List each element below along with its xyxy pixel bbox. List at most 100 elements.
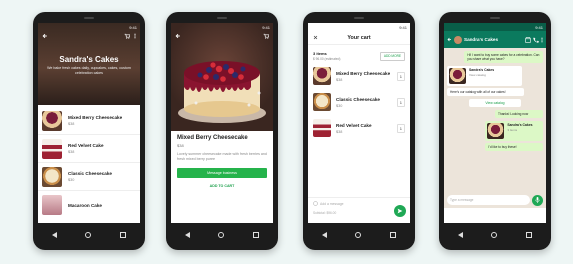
item-name: Mixed Berry Cheesecake bbox=[68, 115, 123, 120]
item-price: $30 bbox=[68, 178, 75, 182]
cart-subtotal: Subtotal: $96.00 bbox=[313, 211, 337, 215]
product-thumbnail bbox=[42, 138, 62, 159]
nav-recents-icon[interactable] bbox=[252, 232, 259, 238]
nav-back-icon[interactable] bbox=[322, 232, 328, 238]
back-arrow-icon[interactable] bbox=[447, 37, 452, 42]
catalog-item[interactable]: Mixed Berry Cheesecake $38 bbox=[38, 107, 140, 135]
status-time: 9:41 bbox=[399, 24, 407, 30]
catalog-hero: 9:41 Sandra's Cakes We bake fresh cakes … bbox=[38, 23, 140, 105]
catalog-card[interactable]: Sandra's Cakes View catalog bbox=[447, 66, 522, 86]
chat-input-bar: Type a message bbox=[447, 194, 543, 206]
cart-item: Classic Cheesecake $30 1 bbox=[308, 89, 410, 115]
product-thumbnail bbox=[42, 110, 62, 131]
status-bar: 9:41 bbox=[171, 23, 273, 31]
add-more-button[interactable]: ADD MORE bbox=[379, 51, 405, 61]
message-input[interactable]: Add a message bbox=[313, 201, 405, 206]
product-image: 9:41 bbox=[171, 23, 273, 131]
android-nav-bar bbox=[38, 225, 140, 245]
catalog-list: Mixed Berry Cheesecake $38 Red Velvet Cak… bbox=[38, 105, 140, 221]
catalog-card-desc: View catalog bbox=[469, 73, 486, 77]
item-name: Red Velvet Cake bbox=[68, 143, 104, 148]
more-vert-icon[interactable] bbox=[541, 37, 543, 43]
quantity-selector[interactable]: 1 bbox=[396, 71, 405, 81]
send-icon bbox=[397, 208, 403, 214]
mic-icon bbox=[535, 197, 540, 203]
nav-recents-icon[interactable] bbox=[389, 232, 396, 238]
catalog-screen: 9:41 Sandra's Cakes We bake fresh cakes … bbox=[38, 23, 140, 223]
chat-screen: 9:41 Sandra's Cakes Hi! I want to buy so… bbox=[444, 23, 546, 223]
close-icon[interactable] bbox=[313, 35, 318, 40]
add-to-cart-button[interactable]: ADD TO CART bbox=[177, 184, 267, 188]
nav-back-icon[interactable] bbox=[52, 232, 58, 238]
avatar[interactable] bbox=[454, 35, 462, 44]
nav-back-icon[interactable] bbox=[458, 232, 464, 238]
product-thumbnail bbox=[313, 93, 331, 111]
item-price: $38 bbox=[68, 150, 75, 154]
status-time: 9:41 bbox=[535, 24, 543, 30]
nav-recents-icon[interactable] bbox=[525, 232, 532, 238]
message-field[interactable]: Type a message bbox=[447, 195, 530, 205]
camera bbox=[217, 17, 227, 19]
cart-footer: Add a message Subtotal: $96.00 bbox=[308, 197, 410, 223]
view-catalog-button[interactable]: View catalog bbox=[468, 99, 522, 107]
storefront-icon[interactable] bbox=[525, 36, 531, 43]
cart-screen: 9:41 Your cart 3 items $ 96.00 (estimate… bbox=[308, 23, 410, 223]
cart-item: Mixed Berry Cheesecake $38 1 bbox=[308, 63, 410, 89]
catalog-item[interactable]: Classic Cheesecake $30 bbox=[38, 163, 140, 191]
phone-chat: 9:41 Sandra's Cakes Hi! I want to buy so… bbox=[439, 12, 551, 250]
call-icon[interactable] bbox=[533, 37, 539, 43]
cart-item-count: 3 items bbox=[313, 51, 327, 56]
status-bar: 9:41 bbox=[38, 23, 140, 31]
item-name: Macaroon Cake bbox=[68, 202, 102, 208]
nav-home-icon[interactable] bbox=[491, 232, 498, 238]
quantity-selector[interactable]: 1 bbox=[396, 123, 405, 133]
cart-thumbnail bbox=[487, 123, 505, 139]
message-business-button[interactable]: Message business bbox=[177, 167, 267, 178]
catalog-card-name: Sandra's Cakes bbox=[469, 68, 495, 72]
nav-back-icon[interactable] bbox=[185, 232, 191, 238]
nav-recents-icon[interactable] bbox=[119, 232, 126, 238]
outgoing-message: Hi! I want to buy some cakes for a celeb… bbox=[464, 51, 543, 63]
outgoing-message: Thanks! Looking now bbox=[495, 110, 543, 118]
camera bbox=[490, 17, 500, 19]
back-arrow-icon[interactable] bbox=[42, 33, 48, 39]
cart-title: Your cart bbox=[347, 34, 371, 41]
cart-header: Your cart bbox=[308, 31, 410, 45]
nav-home-icon[interactable] bbox=[85, 232, 92, 238]
cart-icon[interactable] bbox=[124, 33, 130, 39]
smiley-icon bbox=[313, 201, 318, 206]
item-price: $38 bbox=[336, 129, 343, 134]
quantity-selector[interactable]: 1 bbox=[396, 97, 405, 107]
contact-name[interactable]: Sandra's Cakes bbox=[464, 37, 523, 42]
send-button[interactable] bbox=[394, 205, 406, 217]
nav-home-icon[interactable] bbox=[218, 232, 225, 238]
incoming-message: Here's our catalog with all of our cakes… bbox=[447, 88, 524, 96]
phone-cart: 9:41 Your cart 3 items $ 96.00 (estimate… bbox=[303, 12, 415, 250]
status-time: 9:41 bbox=[262, 24, 270, 30]
item-price: $30 bbox=[336, 103, 343, 108]
item-name: Classic Cheesecake bbox=[336, 96, 380, 102]
cart-card-name: Sandra's Cakes bbox=[507, 123, 533, 127]
chat-area: Hi! I want to buy some cakes for a celeb… bbox=[444, 48, 546, 208]
more-vert-icon[interactable] bbox=[134, 33, 136, 39]
cart-card[interactable]: Sandra's Cakes 3 items bbox=[485, 121, 543, 141]
product-thumbnail bbox=[42, 195, 62, 215]
cart-summary: 3 items $ 96.00 (estimated) ADD MORE bbox=[308, 45, 410, 63]
product-thumbnail bbox=[313, 119, 331, 137]
android-nav-bar bbox=[444, 225, 546, 245]
message-placeholder: Add a message bbox=[320, 201, 344, 206]
catalog-item[interactable]: Red Velvet Cake $38 bbox=[38, 135, 140, 163]
status-bar: 9:41 bbox=[308, 23, 410, 31]
mic-button[interactable] bbox=[532, 194, 543, 206]
catalog-item[interactable]: Macaroon Cake bbox=[38, 191, 140, 219]
phone-product: 9:41 Mixed Berry Cheesecake $38 Lovely s… bbox=[166, 12, 278, 250]
status-bar: 9:41 bbox=[444, 23, 546, 31]
android-nav-bar bbox=[171, 225, 273, 245]
camera bbox=[354, 17, 364, 19]
nav-home-icon[interactable] bbox=[355, 232, 362, 238]
cart-estimate: $ 96.00 (estimated) bbox=[313, 57, 341, 61]
phone-catalog: 9:41 Sandra's Cakes We bake fresh cakes … bbox=[33, 12, 145, 250]
item-name: Classic Cheesecake bbox=[68, 171, 112, 176]
cart-item: Red Velvet Cake $38 1 bbox=[308, 115, 410, 141]
outgoing-message: I'd like to buy these! bbox=[485, 143, 543, 151]
